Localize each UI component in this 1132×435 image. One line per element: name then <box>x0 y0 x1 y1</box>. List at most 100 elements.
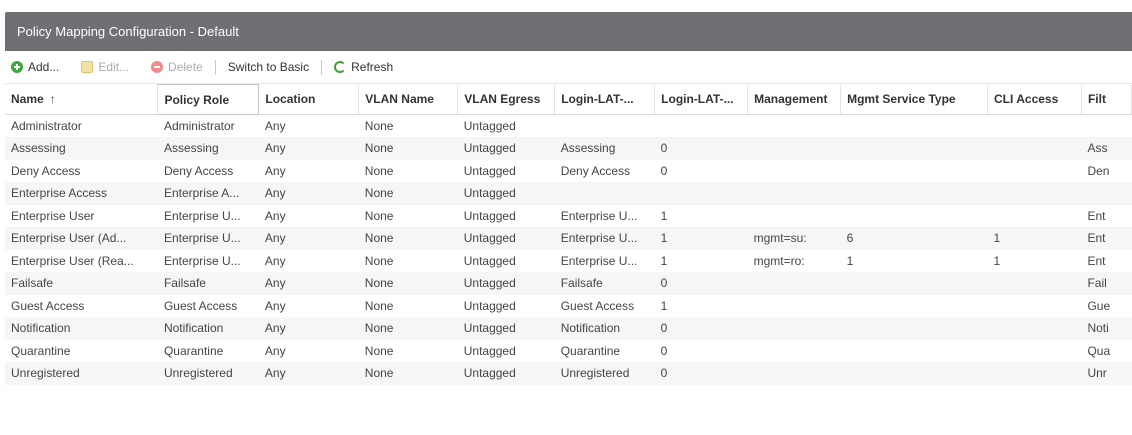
table-cell: Enterprise U... <box>157 227 259 250</box>
table-cell: Any <box>258 137 359 160</box>
table-row[interactable]: Enterprise User (Rea... Enterprise U... An… <box>5 250 1132 273</box>
table-cell: None <box>358 182 458 205</box>
table-row[interactable]: Failsafe Failsafe Any None Untagged Failsafe 0… <box>5 272 1132 295</box>
table-cell: Enterprise U... <box>560 253 638 268</box>
table-cell: Notification <box>157 317 259 340</box>
table-cell: Enterprise U... <box>560 208 638 223</box>
table-cell: Administrator <box>163 119 235 133</box>
edit-button[interactable]: Edit... <box>81 60 129 74</box>
table-row[interactable]: Notification Notification Any None Untagged N… <box>5 317 1132 340</box>
table-row[interactable]: Quarantine Quarantine Any None Untagged Quara… <box>5 340 1132 363</box>
table-cell: Untagged <box>457 317 555 340</box>
table-cell: Any <box>264 119 286 133</box>
refresh-button[interactable]: Refresh <box>334 60 393 74</box>
table-cell <box>654 182 748 205</box>
table-cell <box>840 317 988 340</box>
table-cell <box>840 362 988 385</box>
add-button[interactable]: Add... <box>11 60 59 74</box>
column-header-label: Name <box>11 92 44 107</box>
table-body: Administrator Administrator Any None Untagge… <box>5 115 1132 385</box>
table-cell: Deny Access <box>163 163 234 178</box>
column-header-location[interactable]: Location <box>258 84 360 115</box>
table-cell: Any <box>264 298 286 313</box>
table-cell: Ent <box>1087 253 1106 268</box>
delete-button-label: Delete <box>168 60 203 74</box>
table-cell: Untagged <box>457 272 555 295</box>
table-cell <box>840 182 988 205</box>
table-row[interactable]: Unregistered Unregistered Any None Untagged U… <box>5 362 1132 385</box>
table-cell: Unregistered <box>554 362 655 385</box>
table-cell <box>748 205 841 228</box>
table-cell: None <box>358 317 458 340</box>
switch-to-basic-button[interactable]: Switch to Basic <box>228 60 309 74</box>
table-cell: Any <box>264 343 286 358</box>
table-cell: mgmt=ro: <box>753 253 805 268</box>
table-cell <box>747 272 841 295</box>
table-cell: Deny Access <box>560 163 631 178</box>
table-cell: Unregistered <box>5 362 158 385</box>
table-cell: Any <box>258 182 359 205</box>
column-header-login-lat-1[interactable]: Login-LAT-... <box>554 84 656 115</box>
table-cell <box>841 115 988 138</box>
table-cell: Unregistered <box>157 362 259 385</box>
table-cell: 0 <box>660 343 668 358</box>
edit-button-label: Edit... <box>98 60 130 74</box>
column-header-management[interactable]: Management <box>747 84 842 115</box>
column-header-login-lat-2[interactable]: Login-LAT-... <box>654 84 749 115</box>
delete-button[interactable]: Delete <box>151 60 203 74</box>
table-row[interactable]: Guest Access Guest Access Any None Untagged G… <box>5 295 1132 318</box>
table-cell: Fail <box>1081 272 1132 295</box>
table-row[interactable]: Enterprise Access Enterprise A... Any None U… <box>5 182 1132 205</box>
delete-icon <box>151 61 164 73</box>
table-cell: 1 <box>660 208 668 223</box>
table-cell: 0 <box>660 163 668 178</box>
table-cell <box>747 137 841 160</box>
table-cell: Enterprise A... <box>157 182 259 205</box>
table-cell <box>748 160 841 183</box>
table-cell: Assessing <box>554 137 655 160</box>
column-header-filter[interactable]: Filt <box>1081 84 1132 115</box>
column-header-cli-access[interactable]: CLI Access <box>987 84 1082 115</box>
table-cell: Failsafe <box>157 272 259 295</box>
table-row[interactable]: Enterprise User Enterprise U... Any None Unt… <box>5 205 1132 228</box>
table-cell: Enterprise User (Rea... <box>11 253 134 268</box>
table-cell: Untagged <box>463 208 516 223</box>
table-cell: Quarantine <box>163 343 224 358</box>
table-cell <box>988 115 1082 138</box>
table-cell: Deny Access <box>11 163 81 178</box>
panel-title: Policy Mapping Configuration - Default <box>5 12 1132 51</box>
table-cell <box>1081 115 1131 138</box>
table-cell <box>987 272 1082 295</box>
table-cell: None <box>358 362 458 385</box>
table-cell <box>988 205 1082 228</box>
table-cell: Untagged <box>463 253 516 268</box>
table-cell: Enterprise User (Ad... <box>5 227 158 250</box>
column-header-name[interactable]: Name ↑ <box>5 84 159 115</box>
table-cell <box>987 137 1082 160</box>
table-cell <box>747 182 841 205</box>
table-row[interactable]: Enterprise User (Ad... Enterprise U... Any… <box>5 227 1132 250</box>
table-cell: Guest Access <box>11 298 85 313</box>
column-header-mgmt-service-type[interactable]: Mgmt Service Type <box>840 84 989 115</box>
toolbar-separator <box>321 59 323 75</box>
policy-mapping-panel: Policy Mapping Configuration - Default A… <box>5 12 1132 435</box>
table-row[interactable]: Administrator Administrator Any None Untagge… <box>5 115 1132 138</box>
table-row[interactable]: Deny Access Deny Access Any None Untagged Den… <box>5 160 1132 183</box>
table-cell: 1 <box>987 227 1082 250</box>
table-cell: Enterprise U... <box>163 208 241 223</box>
table-cell <box>748 115 841 138</box>
column-header-vlan-name[interactable]: VLAN Name <box>358 84 459 115</box>
table-cell: Enterprise Access <box>5 182 158 205</box>
table-cell: 1 <box>660 253 668 268</box>
table-cell: Guest Access <box>163 298 238 313</box>
table-cell: Any <box>264 253 286 268</box>
column-header-policy-role[interactable]: Policy Role <box>157 84 260 115</box>
table-cell <box>554 182 655 205</box>
table-cell: None <box>364 253 394 268</box>
column-header-vlan-egress[interactable]: VLAN Egress <box>457 84 556 115</box>
table-cell <box>987 182 1082 205</box>
table-cell: Administrator <box>11 119 82 133</box>
table-cell <box>987 317 1082 340</box>
table-row[interactable]: Assessing Assessing Any None Untagged Assessi… <box>5 137 1132 160</box>
toolbar-separator <box>214 59 216 75</box>
